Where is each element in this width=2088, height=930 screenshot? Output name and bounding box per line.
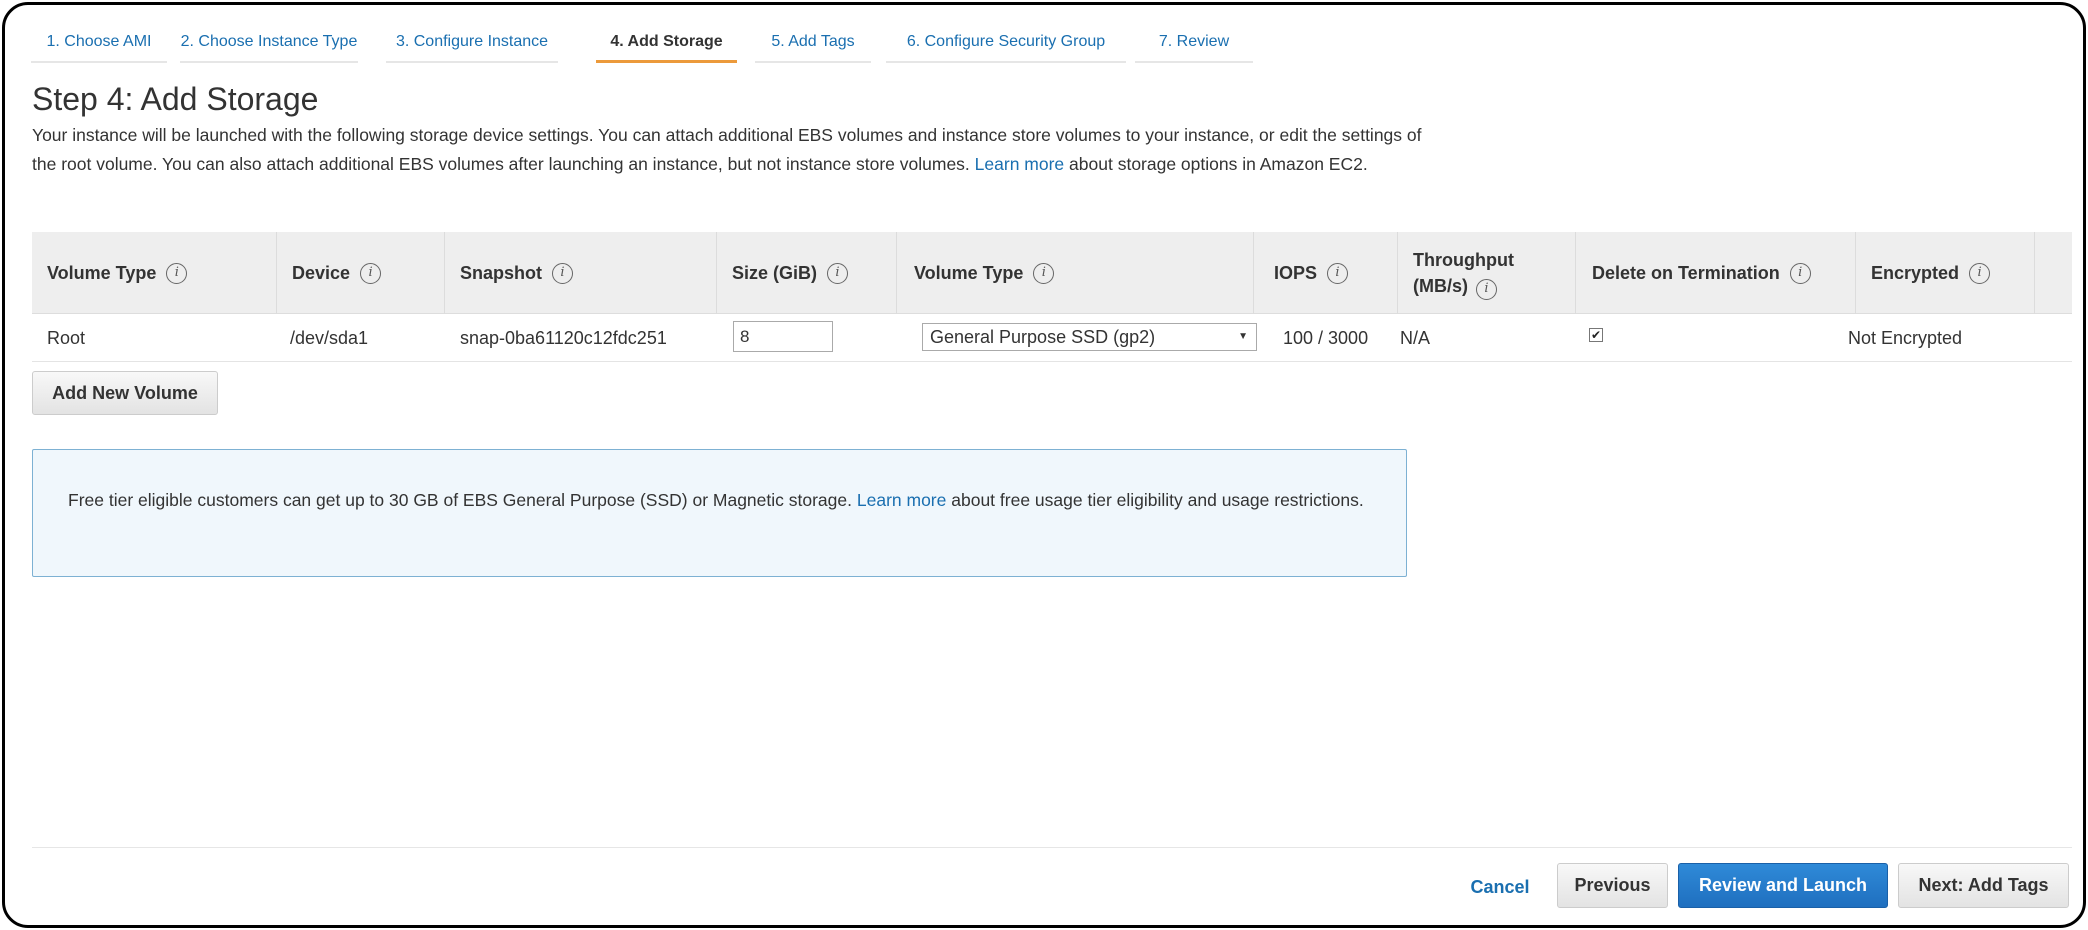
col-throughput-line2-text: (MB/s) <box>1413 275 1468 296</box>
volume-type-select[interactable]: General Purpose SSD (gp2) ▼ <box>922 323 1257 351</box>
table-row: Root /dev/sda1 snap-0ba61120c12fdc251 Ge… <box>32 314 2072 362</box>
col-snapshot-label: Snapshot <box>460 262 543 283</box>
col-size-label: Size (GiB) <box>732 262 818 283</box>
col-throughput-line1: Throughput <box>1413 249 1514 270</box>
col-volume-type-2: Volume Type i <box>897 232 1254 314</box>
info-icon[interactable]: i <box>552 262 574 284</box>
size-input[interactable] <box>733 321 833 352</box>
add-new-volume-button[interactable]: Add New Volume <box>32 371 218 415</box>
col-encrypted: Encrypted i <box>1856 232 2035 314</box>
cell-device: /dev/sda1 <box>290 327 369 348</box>
cell-snapshot: snap-0ba61120c12fdc251 <box>460 327 667 348</box>
footer-divider <box>32 847 2072 848</box>
col-encrypted-label: Encrypted <box>1871 262 1960 283</box>
cancel-button[interactable]: Cancel <box>1465 865 1535 909</box>
col-snapshot: Snapshot i <box>445 232 717 314</box>
info-icon[interactable]: i <box>827 262 849 284</box>
learn-more-link[interactable]: Learn more <box>975 154 1065 174</box>
info-icon[interactable]: i <box>1327 262 1349 284</box>
info-icon[interactable]: i <box>1789 262 1811 284</box>
info-icon[interactable]: i <box>1969 262 1991 284</box>
col-delete-on-termination: Delete on Termination i <box>1576 232 1856 314</box>
page-title: Step 4: Add Storage <box>32 81 319 117</box>
review-and-launch-button[interactable]: Review and Launch <box>1678 863 1888 908</box>
cell-volume-type: Root <box>47 327 86 348</box>
description-text-after: about storage options in Amazon EC2. <box>1069 154 1368 174</box>
tab-choose-instance-type[interactable]: 2. Choose Instance Type <box>180 23 358 63</box>
col-size: Size (GiB) i <box>717 232 897 314</box>
page-description: Your instance will be launched with the … <box>32 121 1422 179</box>
tab-add-storage[interactable]: 4. Add Storage <box>596 23 737 63</box>
info-icon[interactable]: i <box>1476 278 1497 300</box>
previous-button[interactable]: Previous <box>1557 863 1668 908</box>
info-icon[interactable]: i <box>1033 262 1055 284</box>
dropdown-arrow-icon: ▼ <box>1238 331 1248 342</box>
cell-encrypted: Not Encrypted <box>1848 327 1963 348</box>
col-iops-label: IOPS <box>1274 262 1318 283</box>
col-throughput-line2: (MB/s) i <box>1413 273 1514 300</box>
free-tier-info-box: Free tier eligible customers can get up … <box>32 449 1407 577</box>
col-volume-type: Volume Type i <box>32 232 277 314</box>
info-icon[interactable]: i <box>360 262 382 284</box>
info-box-text-after: about free usage tier eligibility and us… <box>951 490 1364 510</box>
cell-throughput: N/A <box>1400 327 1431 348</box>
col-iops: IOPS i <box>1254 232 1398 314</box>
col-throughput-label: Throughput (MB/s) i <box>1413 247 1514 300</box>
col-volume-type-2-label: Volume Type <box>914 262 1024 283</box>
tab-configure-security-group[interactable]: 6. Configure Security Group <box>886 23 1126 63</box>
tab-choose-ami[interactable]: 1. Choose AMI <box>31 23 167 63</box>
info-box-learn-more-link[interactable]: Learn more <box>857 490 947 510</box>
info-box-text: Free tier eligible customers can get up … <box>68 490 852 510</box>
wizard-window: 1. Choose AMI 2. Choose Instance Type 3.… <box>2 2 2086 928</box>
tab-add-tags[interactable]: 5. Add Tags <box>755 23 871 63</box>
delete-on-termination-checkbox[interactable]: ✔ <box>1589 328 1603 342</box>
storage-table-header: Volume Type i Device i Snapshot i Size (… <box>32 232 2072 314</box>
col-volume-type-label: Volume Type <box>47 262 157 283</box>
col-device: Device i <box>277 232 445 314</box>
tab-configure-instance[interactable]: 3. Configure Instance <box>386 23 558 63</box>
volume-type-selected: General Purpose SSD (gp2) <box>930 326 1156 347</box>
next-add-tags-button[interactable]: Next: Add Tags <box>1898 863 2069 908</box>
col-throughput: Throughput (MB/s) i <box>1398 232 1576 314</box>
col-device-label: Device <box>292 262 351 283</box>
cell-iops: 100 / 3000 <box>1283 327 1369 348</box>
tab-review[interactable]: 7. Review <box>1135 23 1253 63</box>
info-icon[interactable]: i <box>166 262 188 284</box>
col-delete-on-termination-label: Delete on Termination <box>1592 262 1780 283</box>
